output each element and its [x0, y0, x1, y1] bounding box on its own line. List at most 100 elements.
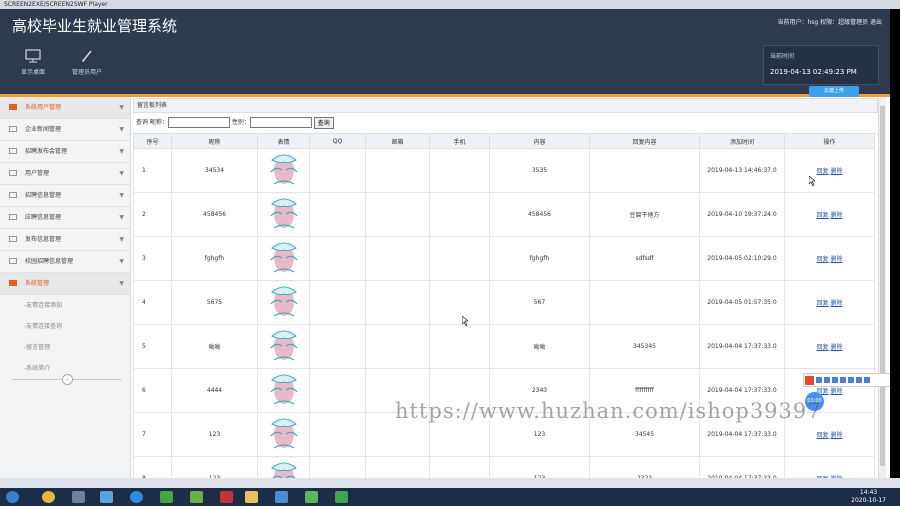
- cell-nickname: 458456: [171, 192, 258, 237]
- sidebar-item-publish-info[interactable]: 发布信息管理 ▼: [0, 229, 130, 251]
- scrollbar[interactable]: [878, 98, 886, 488]
- ime-icon: [832, 377, 838, 383]
- sogou-icon: [805, 376, 814, 385]
- app-icon[interactable]: [335, 491, 348, 503]
- delete-link[interactable]: 删除: [831, 388, 843, 395]
- sidebar-item-campus-recruit[interactable]: 校园招聘信息管理 ▼: [0, 251, 130, 273]
- taskbar-clock[interactable]: 14:43 2020-10-17: [851, 489, 886, 505]
- cell-phone: [429, 236, 490, 281]
- chevron-down-icon: ▼: [119, 126, 124, 133]
- pen-icon: [82, 50, 92, 62]
- menu-icon: [9, 126, 17, 132]
- avatar-image: [270, 330, 297, 361]
- sidebar-item-system-users[interactable]: 系统用户管理 ▼: [0, 97, 130, 119]
- chrome-icon[interactable]: [42, 491, 55, 503]
- start-button-icon[interactable]: [6, 491, 19, 503]
- mouse-cursor-icon: [809, 176, 815, 186]
- search-gender-label: 性别：: [231, 119, 250, 126]
- app-icon[interactable]: [100, 491, 113, 503]
- delete-link[interactable]: 删除: [831, 432, 843, 439]
- col-header: 回复内容: [589, 133, 700, 149]
- delete-link[interactable]: 删除: [831, 300, 843, 307]
- sidebar-subitem-message-manage[interactable]: -留言管理: [0, 337, 130, 358]
- sidebar-subitem-label: 友情连接添加: [26, 302, 63, 309]
- player-control-bar[interactable]: [0, 478, 900, 488]
- delete-link[interactable]: 删除: [831, 168, 843, 175]
- sidebar-subitem-link-query[interactable]: -友情连接查询: [0, 316, 130, 337]
- nickname-input[interactable]: [167, 117, 230, 128]
- clock-time: 14:43: [859, 489, 878, 496]
- folder-icon[interactable]: [245, 491, 258, 503]
- breadcrumb: 留言板列表: [133, 98, 878, 113]
- menu-icon: [9, 214, 17, 220]
- sidebar-item-system-manage[interactable]: 系统管理 ▼: [0, 273, 130, 295]
- gender-input[interactable]: [249, 117, 312, 128]
- cell-phone: [429, 192, 490, 237]
- cell-content: 458456: [489, 192, 590, 237]
- cloud-upload-button[interactable]: 云端上传: [809, 86, 859, 97]
- delete-link[interactable]: 删除: [831, 344, 843, 351]
- app-icon[interactable]: [130, 491, 143, 503]
- taskbar: 14:43 2020-10-17: [0, 488, 900, 506]
- cell-ops: 回复删除: [784, 324, 875, 369]
- cell-nickname: 34534: [171, 148, 258, 193]
- ime-icon: [840, 377, 846, 383]
- cell-nickname: fghgfh: [171, 236, 258, 281]
- search-button[interactable]: 查询: [313, 116, 334, 129]
- cell-phone: [429, 324, 490, 369]
- reply-link[interactable]: 回复: [816, 168, 828, 175]
- delete-link[interactable]: 删除: [831, 212, 843, 219]
- qq-icon[interactable]: [275, 491, 288, 503]
- mouse-cursor-icon: [462, 316, 468, 326]
- sidebar-item-users[interactable]: 用户管理 ▼: [0, 163, 130, 185]
- delete-link[interactable]: 删除: [831, 256, 843, 263]
- reply-link[interactable]: 回复: [816, 256, 828, 263]
- table-row: 3 fghgfh fghgfh sdfsdf 2019-04-05 02:10:29.0…: [133, 236, 875, 281]
- wechat-icon[interactable]: [305, 491, 318, 503]
- col-header: 内容: [489, 133, 590, 149]
- cell-index: 1: [133, 148, 172, 193]
- app-icon[interactable]: [72, 491, 85, 503]
- reply-link[interactable]: 回复: [816, 212, 828, 219]
- message-table: 序号 昵称 表情 QQ 邮箱 手机 内容 回复内容 添加时间 操作 1 34534…: [133, 133, 875, 488]
- col-header: 序号: [133, 133, 172, 149]
- chevron-down-icon: ▼: [119, 280, 124, 287]
- chevron-down-icon: ▼: [119, 236, 124, 243]
- sidebar-item-application-info[interactable]: 应聘信息管理 ▼: [0, 207, 130, 229]
- sidebar-item-label: 企业新闻管理: [25, 126, 62, 133]
- reply-link[interactable]: 回复: [816, 432, 828, 439]
- cell-reply: [589, 280, 700, 325]
- show-desktop-button[interactable]: 显示桌面: [4, 49, 62, 85]
- ime-icon: [856, 377, 862, 383]
- app-icon[interactable]: [190, 491, 203, 503]
- time-label: 当前时间: [770, 53, 795, 60]
- sidebar-item-company-news[interactable]: 企业新闻管理 ▼: [0, 119, 130, 141]
- sidebar-item-label: 校园招聘信息管理: [25, 258, 74, 265]
- sidebar-item-job-fair[interactable]: 招聘发布会管理 ▼: [0, 141, 130, 163]
- menu-icon: [9, 104, 17, 110]
- sidebar-subitem-label: 留言管理: [26, 344, 51, 351]
- sidebar-item-label: 系统用户管理: [25, 104, 62, 111]
- collapse-arrow-icon[interactable]: ‹: [62, 374, 73, 385]
- sidebar-item-label: 应聘信息管理: [25, 214, 62, 221]
- ime-toolbar[interactable]: [803, 373, 890, 387]
- cell-qq: [309, 412, 366, 457]
- avatar-image: [270, 286, 297, 317]
- user-info[interactable]: 当前用户：hsg 权限：超级管理员 退出: [777, 17, 882, 26]
- reply-link[interactable]: 回复: [816, 300, 828, 307]
- sidebar-item-recruit-info[interactable]: 招聘信息管理 ▼: [0, 185, 130, 207]
- cell-qq: [309, 236, 366, 281]
- scrollbar-thumb[interactable]: [880, 106, 885, 466]
- table-row: 1 34534 3535 2019-04-13 14:46:37.0 回复 删除: [133, 148, 875, 193]
- sidebar-subitem-link-add[interactable]: -友情连接添加: [0, 295, 130, 316]
- admin-user-button[interactable]: 管理员用户: [58, 49, 116, 85]
- search-bar: 查询 昵称： 性别： 查询: [133, 113, 878, 133]
- reply-link[interactable]: 回复: [816, 344, 828, 351]
- app-icon[interactable]: [160, 491, 173, 503]
- cell-index: 5: [133, 324, 172, 369]
- cell-content: 567: [489, 280, 590, 325]
- ime-icon: [864, 377, 870, 383]
- flash-icon[interactable]: [220, 491, 233, 503]
- cell-time: 2019-04-13 14:46:37.0: [699, 148, 785, 193]
- avatar-image: [270, 242, 297, 273]
